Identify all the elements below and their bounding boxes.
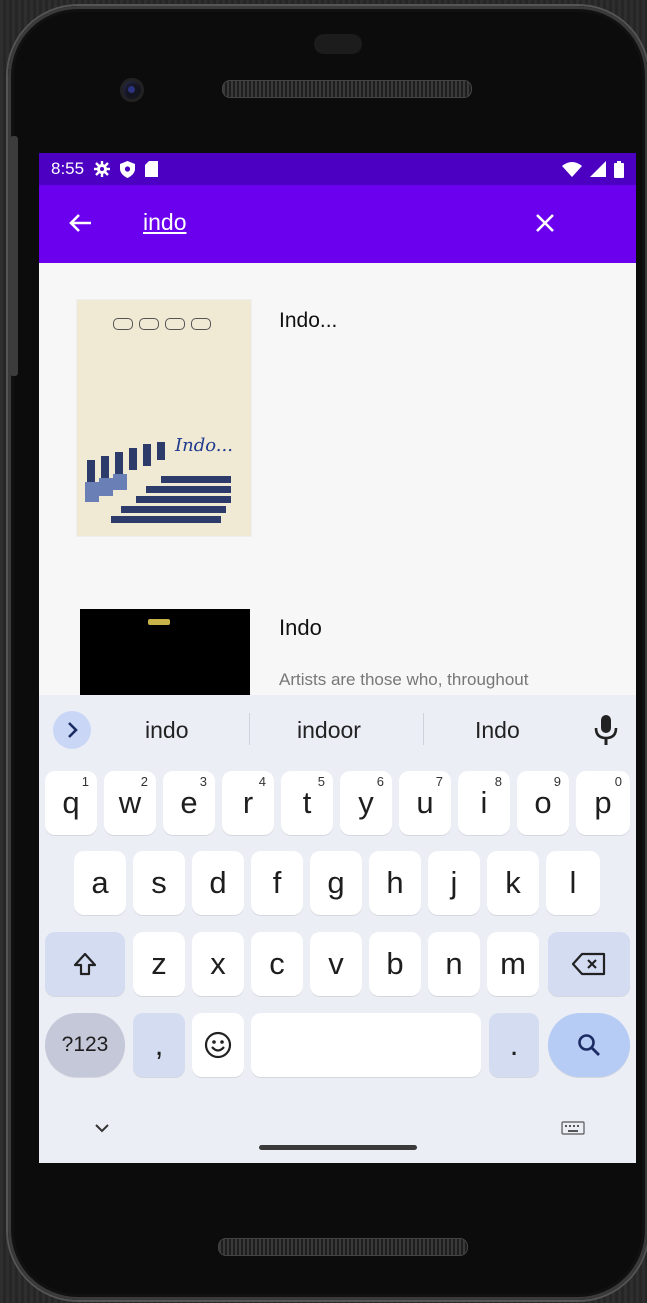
earpiece	[314, 34, 362, 54]
suggestion-item[interactable]: indoor	[297, 717, 361, 744]
navigation-bar	[39, 1105, 636, 1163]
key-h[interactable]: h	[369, 851, 421, 915]
search-icon	[578, 1034, 600, 1056]
backspace-key[interactable]	[548, 932, 630, 996]
bottom-speaker	[218, 1238, 468, 1256]
key-e[interactable]: e3	[163, 771, 215, 835]
shift-icon	[73, 952, 97, 976]
suggestion-strip: indo indoor Indo	[39, 695, 636, 765]
status-time: 8:55	[51, 159, 85, 178]
key-m[interactable]: m	[487, 932, 539, 996]
settings-icon	[94, 161, 111, 177]
key-w[interactable]: w2	[104, 771, 156, 835]
search-results-list: Indo... Indo... Indo Artists are those w…	[39, 263, 636, 709]
key-f[interactable]: f	[251, 851, 303, 915]
key-a[interactable]: a	[74, 851, 126, 915]
suggestion-divider	[423, 713, 424, 745]
comma-key[interactable]: ,	[133, 1013, 185, 1077]
key-g[interactable]: g	[310, 851, 362, 915]
chevron-right-icon	[68, 722, 78, 738]
on-screen-keyboard: indo indoor Indo q1 w2 e3 r4 t5 y6 u7 i8…	[39, 695, 636, 1163]
keyboard-icon[interactable]	[561, 1121, 585, 1135]
suggestion-item[interactable]: indo	[145, 717, 188, 744]
key-i[interactable]: i8	[458, 771, 510, 835]
key-k[interactable]: k	[487, 851, 539, 915]
result-title[interactable]: Indo	[279, 615, 322, 641]
key-c[interactable]: c	[251, 932, 303, 996]
key-l[interactable]: l	[546, 851, 600, 915]
symbols-key[interactable]: ?123	[45, 1013, 125, 1077]
back-arrow-icon[interactable]	[63, 205, 99, 241]
search-key[interactable]	[548, 1013, 630, 1077]
microphone-icon[interactable]	[593, 713, 619, 747]
sd-card-icon	[145, 161, 159, 177]
key-j[interactable]: j	[428, 851, 480, 915]
top-speaker	[222, 80, 472, 98]
key-b[interactable]: b	[369, 932, 421, 996]
emoji-icon	[204, 1031, 232, 1059]
result-title[interactable]: Indo...	[279, 309, 337, 333]
key-s[interactable]: s	[133, 851, 185, 915]
key-u[interactable]: u7	[399, 771, 451, 835]
movie-thumbnail[interactable]	[80, 609, 250, 709]
key-z[interactable]: z	[133, 932, 185, 996]
period-key[interactable]: .	[489, 1013, 539, 1077]
key-n[interactable]: n	[428, 932, 480, 996]
side-button	[10, 136, 18, 376]
key-x[interactable]: x	[192, 932, 244, 996]
key-t[interactable]: t5	[281, 771, 333, 835]
battery-icon	[614, 160, 624, 178]
key-y[interactable]: y6	[340, 771, 392, 835]
key-o[interactable]: o9	[517, 771, 569, 835]
signal-icon	[590, 161, 606, 177]
festival-laurels	[113, 318, 211, 330]
suggestion-divider	[249, 713, 250, 745]
front-camera	[120, 78, 144, 102]
key-q[interactable]: q1	[45, 771, 97, 835]
thumbnail-logo	[148, 619, 170, 625]
wifi-icon	[562, 161, 582, 177]
close-icon[interactable]	[529, 207, 561, 239]
key-v[interactable]: v	[310, 932, 362, 996]
expand-suggestions-button[interactable]	[53, 711, 91, 749]
space-key[interactable]	[251, 1013, 481, 1077]
search-app-bar: indo	[39, 185, 636, 263]
key-r[interactable]: r4	[222, 771, 274, 835]
key-p[interactable]: p0	[576, 771, 630, 835]
phone-screen: 8:55 indo Indo... Indo... Indo Artists a…	[39, 153, 636, 1163]
search-input[interactable]: indo	[143, 209, 186, 236]
status-bar: 8:55	[39, 153, 636, 185]
movie-poster[interactable]: Indo...	[77, 300, 251, 536]
emoji-key[interactable]	[192, 1013, 244, 1077]
poster-artwork	[85, 442, 231, 523]
shield-icon	[120, 160, 136, 178]
home-gesture-bar[interactable]	[259, 1145, 417, 1150]
shift-key[interactable]	[45, 932, 125, 996]
suggestion-item[interactable]: Indo	[475, 717, 520, 744]
key-d[interactable]: d	[192, 851, 244, 915]
chevron-down-icon[interactable]	[93, 1121, 111, 1135]
backspace-icon	[571, 952, 606, 976]
